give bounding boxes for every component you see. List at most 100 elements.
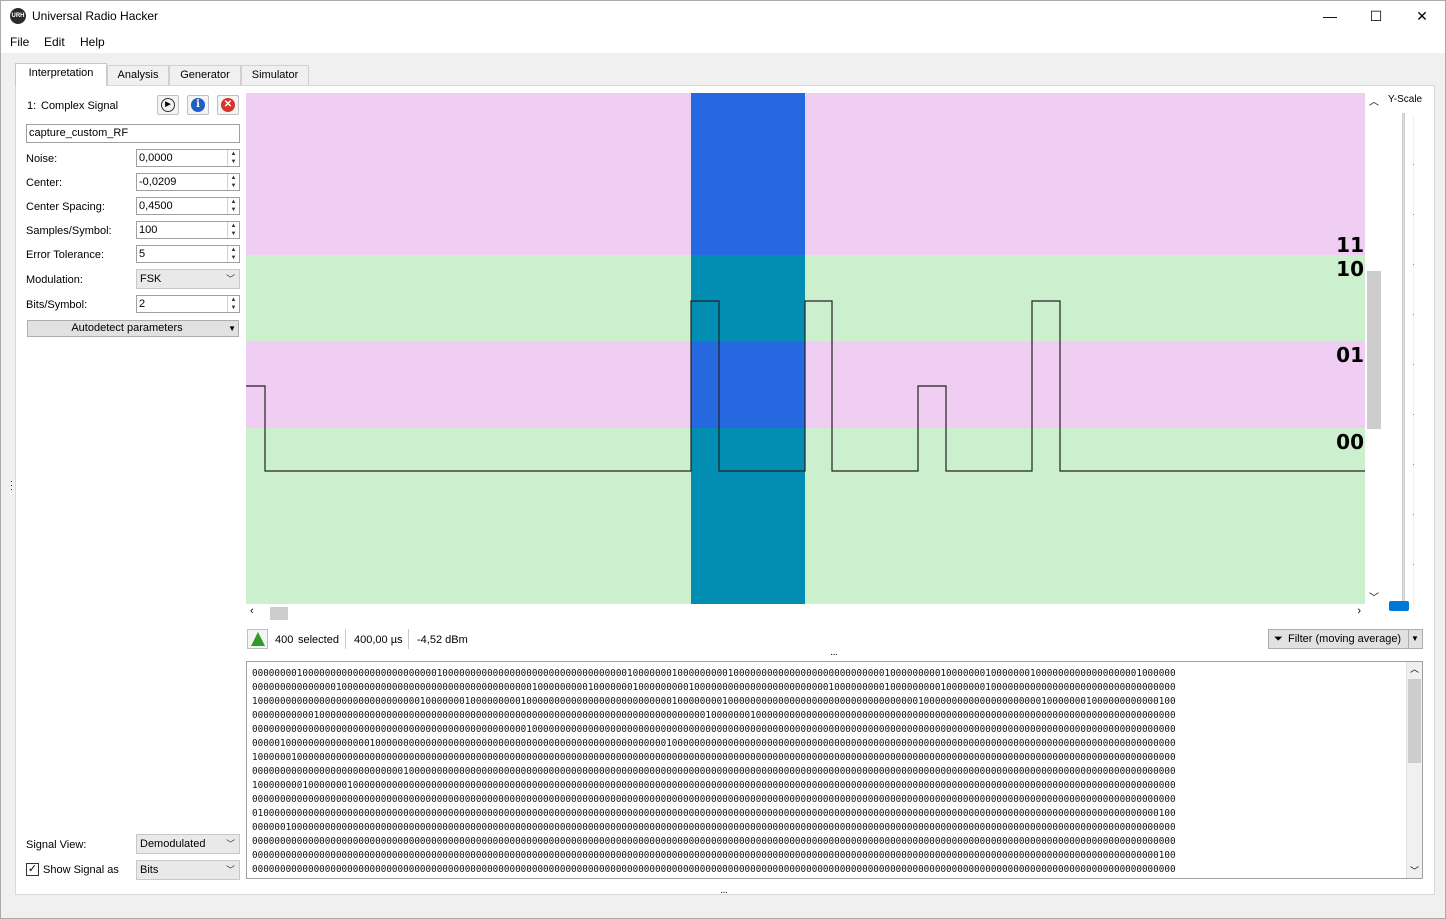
demodulated-bits-view[interactable]: 0000000010000000000000000000000001000000… — [246, 661, 1423, 879]
scroll-down-icon[interactable]: ﹀ — [1410, 864, 1419, 877]
signal-plot[interactable]: 11 10 01 00 — [246, 93, 1365, 604]
divider — [345, 629, 346, 649]
filter-funnel-icon: ⏷ — [1274, 633, 1283, 645]
splitter-handle[interactable]: ··· — [830, 649, 838, 660]
bits-scrollbar[interactable]: ︿ ﹀ — [1406, 662, 1422, 878]
samples-per-symbol-spinbox[interactable]: 100 ▲ ▼ — [136, 221, 240, 239]
scroll-down-icon[interactable]: ﹀ — [1369, 589, 1379, 604]
dropdown-arrow-icon[interactable]: ▼ — [228, 321, 236, 336]
tab-analysis[interactable]: Analysis — [107, 65, 169, 85]
noise-label: Noise: — [26, 153, 58, 165]
close-circle-icon: ✕ — [221, 98, 235, 112]
autodetect-button[interactable]: Autodetect parameters ▼ — [27, 320, 239, 337]
chevron-down-icon: ﹀ — [225, 274, 235, 284]
maximize-button[interactable]: ☐ — [1353, 1, 1399, 31]
splitter-handle[interactable]: ··· — [720, 887, 728, 898]
center-spacing-spinbox[interactable]: 0,4500 ▲ ▼ — [136, 197, 240, 215]
autodetect-label: Autodetect parameters — [71, 322, 183, 334]
selected-label: selected — [298, 634, 339, 646]
bits-row: 0000000000000000000000000000000000000000… — [252, 836, 1176, 847]
menu-help[interactable]: Help — [80, 35, 105, 49]
samples-per-symbol-label: Samples/Symbol: — [26, 225, 112, 237]
tab-interpretation[interactable]: Interpretation — [15, 63, 107, 86]
menu-edit[interactable]: Edit — [44, 35, 65, 49]
scroll-thumb[interactable] — [270, 607, 288, 620]
center-spacing-label: Center Spacing: — [26, 201, 105, 213]
spin-arrows-icon[interactable]: ▲ ▼ — [227, 222, 239, 238]
plot-horizontal-scrollbar[interactable]: ‹ › — [246, 605, 1365, 621]
dropdown-arrow-icon[interactable]: ▼ — [1408, 630, 1421, 648]
center-spinbox[interactable]: -0,0209 ▲ ▼ — [136, 173, 240, 191]
selection-power: -4,52 dBm — [417, 634, 468, 646]
slider-ticks — [1413, 115, 1414, 605]
bits-row: 1000000001000000010000000000000000000000… — [252, 780, 1176, 791]
scroll-right-icon[interactable]: › — [1357, 605, 1361, 617]
signal-index: 1: — [27, 100, 37, 112]
error-tolerance-label: Error Tolerance: — [26, 249, 105, 261]
bits-row: 0000000000000000000000000001000000000000… — [252, 766, 1176, 777]
bits-row: 0000000000010000000000000000000000000000… — [252, 710, 1176, 721]
spin-arrows-icon[interactable]: ▲ ▼ — [227, 150, 239, 166]
selected-count: 400 — [275, 634, 294, 646]
scroll-thumb[interactable] — [1367, 271, 1381, 429]
bits-row: 0000001000000000000000000000000000000000… — [252, 822, 1176, 833]
signal-name-field[interactable]: capture_custom_RF — [26, 124, 240, 143]
level-label-11: 11 — [1336, 233, 1364, 257]
tab-generator[interactable]: Generator — [169, 65, 241, 85]
play-signal-button[interactable]: ▶ — [157, 95, 179, 115]
show-signal-as-select[interactable]: Bits ﹀ — [136, 860, 240, 880]
signal-view-select[interactable]: Demodulated ﹀ — [136, 834, 240, 854]
spin-arrows-icon[interactable]: ▲ ▼ — [227, 296, 239, 312]
bits-row: 0000010000000000000001000000000000000000… — [252, 738, 1176, 749]
spin-arrows-icon[interactable]: ▲ ▼ — [227, 174, 239, 190]
menu-bar: File Edit Help — [1, 31, 1445, 53]
info-icon: i — [191, 98, 205, 112]
close-signal-button[interactable]: ✕ — [217, 95, 239, 115]
menu-file[interactable]: File — [10, 35, 29, 49]
bits-per-symbol-spinbox[interactable]: 2 ▲ ▼ — [136, 295, 240, 313]
noise-spinbox[interactable]: 0,0000 ▲ ▼ — [136, 149, 240, 167]
bits-row: 0000000010000000000000000000000001000000… — [252, 668, 1176, 679]
slider-handle[interactable] — [1389, 601, 1409, 611]
minimize-button[interactable]: — — [1307, 1, 1353, 31]
bits-row: 0000000000000000000000000000000000000000… — [252, 850, 1176, 861]
modulation-label: Modulation: — [26, 274, 83, 286]
divider — [408, 629, 409, 649]
close-window-button[interactable]: ✕ — [1399, 1, 1445, 31]
spin-arrows-icon[interactable]: ▲ ▼ — [227, 198, 239, 214]
bits-row: 0000000000000000000000000000000000000000… — [252, 877, 1404, 878]
plot-vertical-scrollbar[interactable]: ︿ ﹀ — [1367, 93, 1381, 604]
show-signal-checkbox[interactable]: ✓ — [26, 863, 39, 876]
center-spacing-value: 0,4500 — [139, 200, 173, 212]
error-tolerance-spinbox[interactable]: 5 ▲ ▼ — [136, 245, 240, 263]
bits-row: 0000000000000001000000000000000000000000… — [252, 682, 1176, 693]
scroll-thumb[interactable] — [1408, 679, 1421, 763]
bits-per-symbol-value: 2 — [139, 298, 146, 310]
error-tolerance-value: 5 — [139, 248, 146, 260]
app-window: URH Universal Radio Hacker — ☐ ✕ File Ed… — [0, 0, 1446, 919]
zoom-to-selection-button[interactable] — [247, 629, 268, 649]
title-bar: URH Universal Radio Hacker — ☐ ✕ — [1, 1, 1445, 31]
signal-info-button[interactable]: i — [187, 95, 209, 115]
spin-arrows-icon[interactable]: ▲ ▼ — [227, 246, 239, 262]
scroll-up-icon[interactable]: ︿ — [1410, 662, 1419, 675]
y-scale-slider[interactable]: Y-Scale — [1385, 93, 1425, 613]
app-logo-icon: URH — [10, 8, 26, 24]
chevron-down-icon: ﹀ — [225, 839, 235, 849]
bits-row: 0100000000000000000000000000000000000000… — [252, 808, 1176, 819]
slider-track[interactable] — [1402, 113, 1405, 603]
samples-per-symbol-value: 100 — [139, 224, 158, 236]
scroll-up-icon[interactable]: ︿ — [1369, 93, 1379, 108]
level-label-00: 00 — [1336, 430, 1364, 454]
filter-button[interactable]: ⏷ Filter (moving average) ▼ — [1268, 629, 1423, 649]
bits-row: 0000000000000000000000000000000000000000… — [252, 864, 1176, 875]
signal-type-label: Complex Signal — [41, 100, 119, 112]
modulation-select[interactable]: FSK ﹀ — [136, 269, 240, 289]
tab-simulator[interactable]: Simulator — [241, 65, 309, 85]
bits-row: 1000000100000000000000000000000000000000… — [252, 752, 1176, 763]
tree-up-icon — [251, 632, 265, 646]
bits-text: 0000000010000000000000000000000001000000… — [252, 667, 1404, 878]
bits-row: 0000000000000000000000000000000000000000… — [252, 794, 1176, 805]
splitter-handle[interactable]: ··· — [10, 477, 13, 494]
scroll-left-icon[interactable]: ‹ — [250, 605, 254, 617]
